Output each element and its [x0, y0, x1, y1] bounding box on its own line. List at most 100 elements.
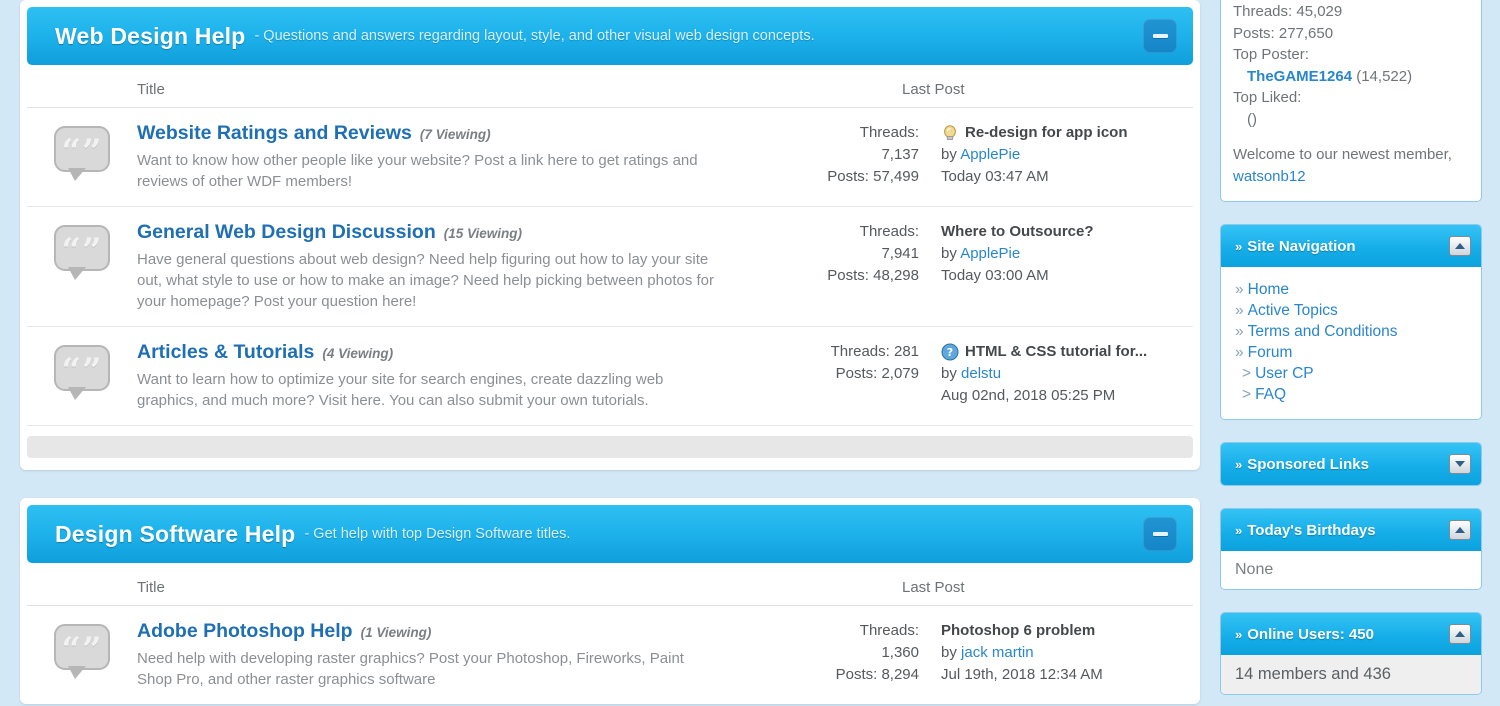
- forum-row[interactable]: “” Website Ratings and Reviews (7 Viewing…: [27, 108, 1193, 207]
- section-footer: [27, 426, 1193, 470]
- forum-link[interactable]: Adobe Photoshop Help: [137, 620, 353, 642]
- forum-description: Need help with developing raster graphic…: [137, 650, 684, 688]
- stat-top-poster-count: (14,522): [1356, 67, 1413, 85]
- last-post-title[interactable]: Where to Outsource?: [941, 221, 1094, 243]
- lightbulb-icon: [941, 124, 959, 142]
- forum-row[interactable]: “” Articles & Tutorials (4 Viewing) Want …: [27, 327, 1193, 426]
- by-prefix: by: [941, 245, 961, 262]
- nav-label: FAQ: [1255, 386, 1287, 403]
- forum-title-cell: Articles & Tutorials (4 Viewing) Want to …: [137, 341, 737, 411]
- sidebar-item-terms-and-conditions[interactable]: » Terms and Conditions: [1235, 321, 1467, 342]
- last-post-user[interactable]: jack martin: [961, 644, 1034, 661]
- posts-value: Posts: 48,298: [827, 267, 919, 284]
- column-header-last-post: Last Post: [902, 579, 965, 596]
- by-prefix: by: [941, 644, 962, 661]
- stat-top-poster-name[interactable]: TheGAME1264: [1247, 68, 1352, 85]
- forum-stats-cell: Threads: 1,360 Posts: 8,294: [737, 620, 937, 690]
- category-header[interactable]: Design Software Help - Get help with top…: [27, 505, 1193, 563]
- forum-viewing-count: (4 Viewing): [322, 346, 394, 361]
- sidebar-item-active-topics[interactable]: » Active Topics: [1235, 300, 1467, 321]
- sponsored-links-header[interactable]: » Sponsored Links: [1221, 443, 1481, 485]
- bullet-marker: »: [1235, 456, 1243, 472]
- threads-label: Threads:: [859, 622, 919, 639]
- online-users-heading: Online Users: 450: [1247, 625, 1374, 643]
- last-post-cell: Re-design for app icon by ApplePie Today…: [937, 122, 1193, 192]
- last-post-user[interactable]: ApplePie: [960, 146, 1020, 163]
- last-post-author-row: by delstu: [941, 363, 1193, 385]
- chevron-shape: [1455, 631, 1465, 637]
- stat-posts: Posts: 277,650: [1233, 24, 1334, 42]
- newest-member-link[interactable]: watsonb12: [1233, 168, 1306, 185]
- question-circle-icon: ?: [941, 343, 959, 361]
- online-users-header[interactable]: » Online Users: 450: [1221, 613, 1481, 655]
- todays-birthdays-heading: Today's Birthdays: [1247, 521, 1376, 539]
- forum-viewing-count: (15 Viewing): [443, 226, 522, 241]
- nav-label: Terms and Conditions: [1247, 323, 1398, 340]
- last-post-title[interactable]: HTML & CSS tutorial for...: [965, 341, 1147, 363]
- forum-icon-cell: “”: [27, 122, 137, 192]
- last-post-cell: Where to Outsource? by ApplePie Today 03…: [937, 221, 1193, 312]
- posts-value: Posts: 8,294: [835, 666, 919, 683]
- forum-title-cell: Website Ratings and Reviews (7 Viewing) W…: [137, 122, 737, 192]
- forum-viewing-count: (7 Viewing): [419, 127, 491, 142]
- column-header-title: Title: [137, 81, 165, 98]
- minus-bar: [1152, 532, 1168, 536]
- stat-threads: Threads: 45,029: [1233, 3, 1343, 20]
- forum-link[interactable]: Articles & Tutorials: [137, 341, 314, 363]
- last-post-title[interactable]: Photoshop 6 problem: [941, 620, 1095, 642]
- forum-link[interactable]: Website Ratings and Reviews: [137, 122, 412, 144]
- last-post-title[interactable]: Re-design for app icon: [965, 122, 1128, 144]
- sidebar-item-forum[interactable]: » Forum: [1235, 342, 1467, 363]
- category-title: Web Design Help: [55, 22, 246, 49]
- sidebar-item-user-cp[interactable]: > User CP: [1235, 363, 1467, 384]
- last-post-date: Today 03:00 AM: [941, 267, 1049, 284]
- chevron-up-icon[interactable]: [1449, 520, 1471, 540]
- forum-description: Want to know how other people like your …: [137, 152, 698, 190]
- nav-marker: »: [1235, 302, 1244, 319]
- forum-icon-cell: “”: [27, 221, 137, 312]
- forum-title-cell: General Web Design Discussion (15 Viewing…: [137, 221, 737, 312]
- last-post-date: Jul 19th, 2018 12:34 AM: [941, 666, 1103, 683]
- last-post-date: Aug 02nd, 2018 05:25 PM: [941, 387, 1116, 404]
- last-post-title-row: Photoshop 6 problem: [941, 620, 1193, 642]
- chevron-down-icon[interactable]: [1449, 454, 1471, 474]
- speech-bubble-icon: “”: [54, 225, 110, 280]
- last-post-title-row: Re-design for app icon: [941, 122, 1193, 144]
- last-post-cell: ? HTML & CSS tutorial for... by delstu A…: [937, 341, 1193, 411]
- todays-birthdays-header[interactable]: » Today's Birthdays: [1221, 509, 1481, 551]
- threads-value: 7,941: [881, 245, 919, 262]
- nav-marker: >: [1242, 365, 1252, 382]
- forum-section: Design Software Help - Get help with top…: [20, 498, 1200, 704]
- threads-label: Threads:: [859, 124, 919, 141]
- minus-icon[interactable]: [1143, 19, 1177, 53]
- last-post-user[interactable]: ApplePie: [960, 245, 1020, 262]
- category-header[interactable]: Web Design Help - Questions and answers …: [27, 7, 1193, 65]
- welcome-message: Welcome to our newest member, watsonb12: [1233, 144, 1469, 187]
- site-navigation-header[interactable]: » Site Navigation: [1221, 225, 1481, 267]
- chevron-up-icon[interactable]: [1449, 236, 1471, 256]
- threads-label: Threads:: [859, 223, 919, 240]
- last-post-date: Today 03:47 AM: [941, 168, 1049, 185]
- minus-bar: [1152, 34, 1168, 38]
- minus-icon[interactable]: [1143, 517, 1177, 551]
- forum-row[interactable]: “” General Web Design Discussion (15 View…: [27, 207, 1193, 327]
- chevron-shape: [1455, 461, 1465, 467]
- sidebar-item-faq[interactable]: > FAQ: [1235, 384, 1467, 405]
- online-users-box: » Online Users: 450 14 members and 436: [1220, 612, 1482, 695]
- forum-viewing-count: (1 Viewing): [360, 625, 432, 640]
- chevron-shape: [1455, 527, 1465, 533]
- threads-label: Threads: 281: [830, 343, 919, 360]
- chevron-up-icon[interactable]: [1449, 624, 1471, 644]
- forum-section: Web Design Help - Questions and answers …: [20, 0, 1200, 470]
- forum-link[interactable]: General Web Design Discussion: [137, 221, 436, 243]
- todays-birthdays-box: » Today's Birthdays None: [1220, 508, 1482, 590]
- nav-label: Forum: [1247, 344, 1293, 361]
- sidebar-item-home[interactable]: » Home: [1235, 279, 1467, 300]
- bullet-marker: »: [1235, 626, 1243, 642]
- forum-row[interactable]: “” Adobe Photoshop Help (1 Viewing) Need …: [27, 606, 1193, 704]
- forum-page: Web Design Help - Questions and answers …: [0, 0, 1500, 706]
- threads-value: 7,137: [881, 146, 919, 163]
- forum-stats-cell: Threads: 7,941 Posts: 48,298: [737, 221, 937, 312]
- last-post-author-row: by jack martin: [941, 642, 1193, 664]
- last-post-user[interactable]: delstu: [961, 365, 1001, 382]
